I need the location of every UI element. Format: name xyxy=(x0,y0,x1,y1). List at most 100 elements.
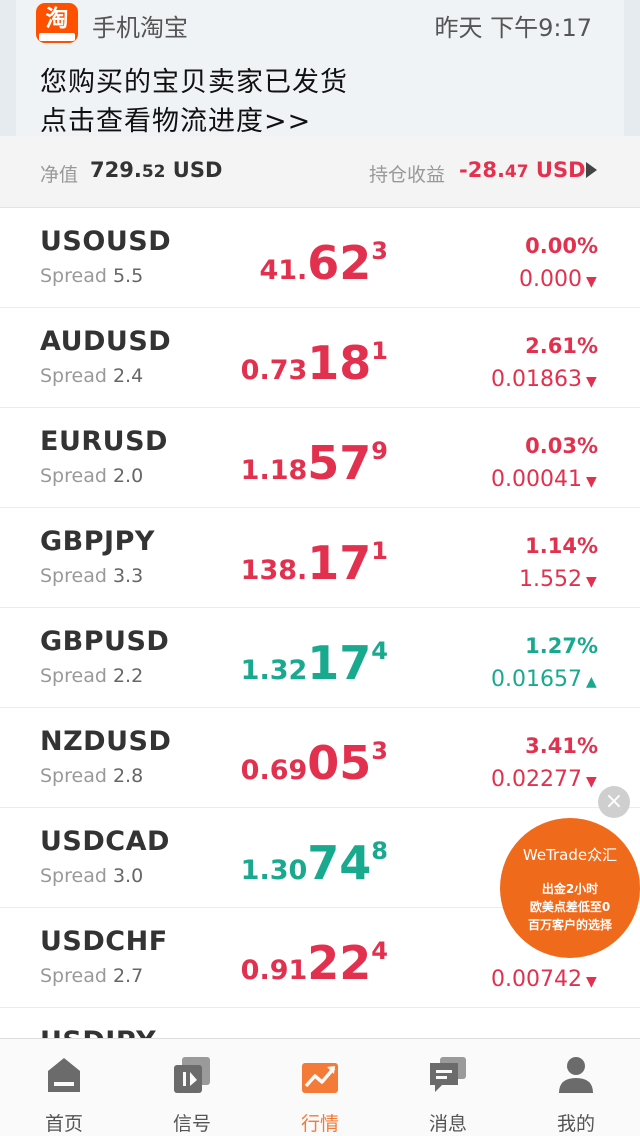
spread-label: Spread xyxy=(40,365,107,387)
spread-label: Spread xyxy=(40,965,107,987)
price-pipette: 1 xyxy=(371,337,388,365)
spread-label: Spread xyxy=(40,665,107,687)
bottom-tab-bar: 首页 信号 行情 消息 我的 xyxy=(0,1038,640,1136)
change-percent: 1.14% xyxy=(525,534,598,558)
market-icon xyxy=(302,1063,338,1093)
tab-label: 消息 xyxy=(428,1113,467,1135)
tab-profile[interactable]: 我的 xyxy=(512,1039,640,1136)
app-icon-glyph: 淘 xyxy=(45,6,69,32)
price-big: 22 xyxy=(307,936,372,990)
chevron-down-icon: ▼ xyxy=(586,574,597,590)
price-big: 57 xyxy=(307,436,372,490)
quote-row[interactable]: AUDUSD Spread 2.4 0.73181 2.61% 0.01863 ▼ xyxy=(0,308,640,408)
price: 0.91224 xyxy=(241,936,388,990)
quote-row[interactable]: NZDUSD Spread 2.8 0.69053 3.41% 0.02277 ▼ xyxy=(0,708,640,808)
quote-row[interactable]: GBPUSD Spread 2.2 1.32174 1.27% 0.01657 ▲ xyxy=(0,608,640,708)
pl-unit: USD xyxy=(528,158,586,182)
equity-label: 净值 xyxy=(40,164,79,186)
close-icon[interactable]: × xyxy=(598,786,630,818)
push-notification[interactable]: 淘 手机淘宝 昨天 下午9:17 您购买的宝贝卖家已发货 点击查看物流进度>> xyxy=(0,0,640,137)
price: 0.73181 xyxy=(241,336,388,390)
profile-icon xyxy=(559,1057,593,1093)
chevron-up-icon: ▲ xyxy=(586,674,597,690)
spread: Spread 2.2 xyxy=(40,665,143,687)
home-icon xyxy=(48,1058,80,1092)
price-pipette: 1 xyxy=(371,537,388,565)
change-percent: 0.00% xyxy=(525,234,598,258)
price-lead: 41. xyxy=(259,255,308,286)
tab-label: 我的 xyxy=(556,1113,595,1135)
spread: Spread 2.7 xyxy=(40,965,143,987)
price-big: 74 xyxy=(307,836,372,890)
equity-unit: USD xyxy=(165,158,223,182)
spread-label: Spread xyxy=(40,765,107,787)
quote-row[interactable]: EURUSD Spread 2.0 1.18579 0.03% 0.00041 ▼ xyxy=(0,408,640,508)
notification-message-line2: 点击查看物流进度>> xyxy=(40,106,312,137)
price-big: 05 xyxy=(307,736,372,790)
price-pipette: 3 xyxy=(371,737,388,765)
price-pipette: 4 xyxy=(371,937,388,965)
spread-label: Spread xyxy=(40,465,107,487)
price-lead: 138. xyxy=(240,555,308,586)
price: 138.171 xyxy=(241,536,388,590)
price: 1.30748 xyxy=(241,836,388,890)
change-amount: 0.00742 xyxy=(491,967,582,992)
quote-row[interactable]: GBPJPY Spread 3.3 138.171 1.14% 1.552 ▼ xyxy=(0,508,640,608)
notification-message-line1: 您购买的宝贝卖家已发货 xyxy=(40,67,348,98)
change-percent: 3.41% xyxy=(525,734,598,758)
change-value: 1.552 ▼ xyxy=(519,567,598,592)
tab-messages[interactable]: 消息 xyxy=(384,1039,512,1136)
tab-home[interactable]: 首页 xyxy=(0,1039,128,1136)
promo-line1: 出金2小时 xyxy=(541,882,599,896)
symbol: EURUSD xyxy=(40,426,168,457)
spread: Spread 2.0 xyxy=(40,465,143,487)
equity-dec: 52 xyxy=(141,162,166,182)
notification-time: 昨天 下午9:17 xyxy=(434,14,592,42)
price-big: 62 xyxy=(307,236,372,290)
spread: Spread 2.8 xyxy=(40,765,143,787)
spread-value: 2.8 xyxy=(112,765,144,787)
account-summary-bar[interactable]: 净值 729.52 USD 持仓收益 -28.47 USD xyxy=(0,136,640,208)
tab-label: 信号 xyxy=(172,1113,211,1135)
app-icon-band xyxy=(39,33,75,41)
price-pipette: 3 xyxy=(371,237,388,265)
symbol: GBPUSD xyxy=(40,626,170,657)
change-percent: 2.61% xyxy=(525,334,598,358)
quote-row[interactable]: USDJPY xyxy=(0,1008,640,1038)
change-amount: 0.00041 xyxy=(491,467,582,492)
tab-label: 行情 xyxy=(300,1113,339,1135)
quote-row[interactable]: USOUSD Spread 5.5 41.623 0.00% 0.000 ▼ xyxy=(0,208,640,308)
signal-icon xyxy=(174,1057,210,1093)
spread-label: Spread xyxy=(40,265,107,287)
spread-value: 5.5 xyxy=(112,265,144,287)
spread-value: 3.3 xyxy=(112,565,144,587)
tab-signal[interactable]: 信号 xyxy=(128,1039,256,1136)
symbol: USOUSD xyxy=(40,226,172,257)
change-amount: 0.01657 xyxy=(491,667,582,692)
price-lead: 1.32 xyxy=(240,655,308,686)
change-amount: 0.01863 xyxy=(491,367,582,392)
change-value: 0.01657 ▲ xyxy=(491,667,598,692)
equity-int: 729. xyxy=(90,158,142,182)
pl-int: -28. xyxy=(459,158,505,182)
notification-app-name: 手机淘宝 xyxy=(92,14,188,42)
symbol: AUDUSD xyxy=(40,326,172,357)
spread-label: Spread xyxy=(40,865,107,887)
change-value: 0.00041 ▼ xyxy=(491,467,598,492)
spread-value: 3.0 xyxy=(112,865,144,887)
spread-label: Spread xyxy=(40,565,107,587)
spread: Spread 5.5 xyxy=(40,265,143,287)
price: 41.623 xyxy=(259,236,388,290)
promo-badge[interactable]: WeTrade众汇 出金2小时 欧美点差低至0 百万客户的选择 xyxy=(500,818,640,958)
change-value: 0.00742 ▼ xyxy=(491,967,598,992)
chevron-down-icon: ▼ xyxy=(586,774,597,790)
tab-market[interactable]: 行情 xyxy=(256,1039,384,1136)
chevron-down-icon: ▼ xyxy=(586,374,597,390)
change-percent: 1.27% xyxy=(525,634,598,658)
promo-line2: 欧美点差低至0 xyxy=(529,900,611,914)
spread: Spread 3.0 xyxy=(40,865,143,887)
chevron-right-icon[interactable] xyxy=(586,162,597,178)
position-pl-value: -28.47 USD xyxy=(459,158,586,182)
price-pipette: 8 xyxy=(371,837,388,865)
change-amount: 0.02277 xyxy=(491,767,582,792)
